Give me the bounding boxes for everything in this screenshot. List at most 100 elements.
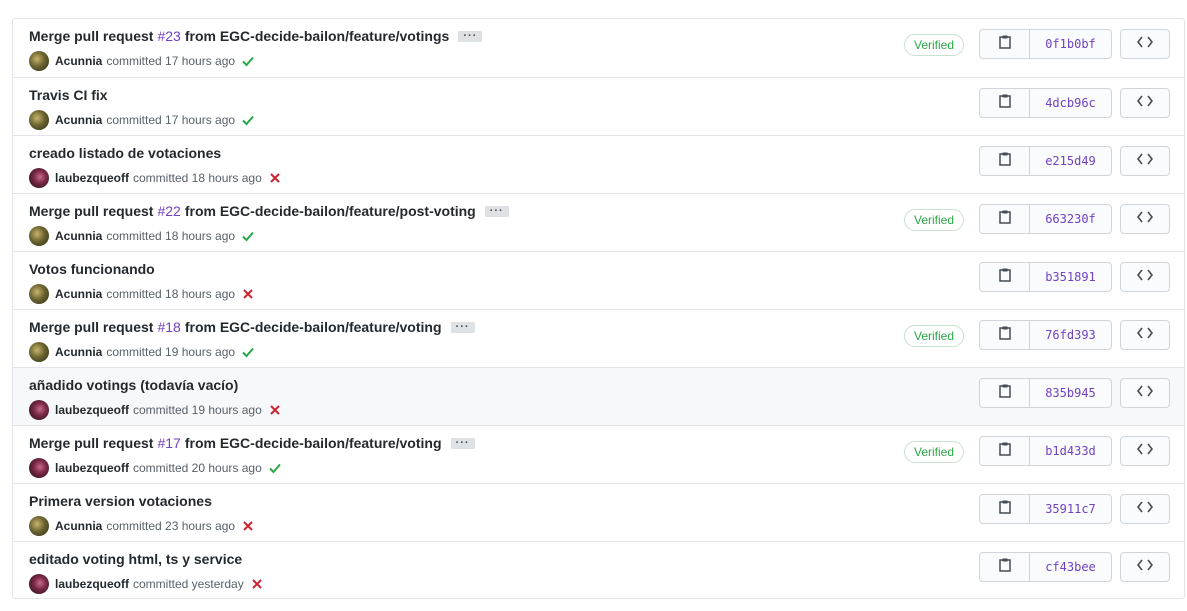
pull-request-link[interactable]: #23: [157, 28, 180, 44]
pull-request-link[interactable]: #18: [157, 319, 180, 335]
clipboard-icon: [998, 326, 1011, 345]
author-link[interactable]: Acunnia: [55, 345, 102, 359]
browse-repository-button[interactable]: [1120, 552, 1170, 582]
commit-meta: laubezqueoff committed 19 hours ago: [29, 400, 282, 420]
author-link[interactable]: laubezqueoff: [55, 171, 129, 185]
avatar[interactable]: [29, 516, 49, 536]
check-icon[interactable]: [241, 345, 255, 359]
commit-title[interactable]: Merge pull request #22 from EGC-decide-bai…: [29, 203, 509, 219]
avatar[interactable]: [29, 226, 49, 246]
commit-message-suffix[interactable]: from EGC-decide-bailon/feature/post-voti…: [185, 203, 476, 219]
commit-sha-link[interactable]: 663230f: [1030, 205, 1111, 233]
avatar[interactable]: [29, 168, 49, 188]
commit-message[interactable]: Votos funcionando: [29, 261, 155, 277]
commit-title[interactable]: Travis CI fix: [29, 87, 108, 103]
commit-sha-link[interactable]: b351891: [1030, 263, 1111, 291]
commit-message[interactable]: Primera version votaciones: [29, 493, 212, 509]
check-icon[interactable]: [241, 113, 255, 127]
commit-title[interactable]: Primera version votaciones: [29, 493, 212, 509]
expand-message-button[interactable]: ···: [484, 205, 509, 217]
commit-message[interactable]: Merge pull request: [29, 28, 153, 44]
author-link[interactable]: Acunnia: [55, 54, 102, 68]
commit-title[interactable]: creado listado de votaciones: [29, 145, 221, 161]
author-link[interactable]: Acunnia: [55, 287, 102, 301]
commit-sha-link[interactable]: 0f1b0bf: [1030, 30, 1111, 58]
commit-sha-link[interactable]: 835b945: [1030, 379, 1111, 407]
copy-sha-button[interactable]: [980, 379, 1030, 407]
pull-request-link[interactable]: #22: [157, 203, 180, 219]
browse-repository-button[interactable]: [1120, 494, 1170, 524]
author-link[interactable]: Acunnia: [55, 229, 102, 243]
avatar[interactable]: [29, 342, 49, 362]
x-icon[interactable]: [268, 171, 282, 185]
verified-badge[interactable]: Verified: [904, 34, 965, 56]
commit-meta: laubezqueoff committed 18 hours ago: [29, 168, 282, 188]
check-icon[interactable]: [241, 229, 255, 243]
browse-repository-button[interactable]: [1120, 88, 1170, 118]
x-icon[interactable]: [241, 519, 255, 533]
commit-message-suffix[interactable]: from EGC-decide-bailon/feature/voting: [185, 319, 442, 335]
verified-badge[interactable]: Verified: [904, 209, 965, 231]
author-link[interactable]: laubezqueoff: [55, 403, 129, 417]
copy-sha-button[interactable]: [980, 437, 1030, 465]
avatar[interactable]: [29, 400, 49, 420]
copy-sha-button[interactable]: [980, 321, 1030, 349]
commit-sha-link[interactable]: e215d49: [1030, 147, 1111, 175]
avatar[interactable]: [29, 110, 49, 130]
commit-title[interactable]: añadido votings (todavía vacío): [29, 377, 238, 393]
commit-title[interactable]: Merge pull request #23 from EGC-decide-bai…: [29, 28, 483, 44]
commit-message[interactable]: Merge pull request: [29, 203, 153, 219]
commit-message[interactable]: editado voting html, ts y service: [29, 551, 242, 567]
commit-title[interactable]: Merge pull request #18 from EGC-decide-bai…: [29, 319, 475, 335]
author-link[interactable]: Acunnia: [55, 519, 102, 533]
copy-sha-button[interactable]: [980, 147, 1030, 175]
browse-repository-button[interactable]: [1120, 320, 1170, 350]
commit-message[interactable]: creado listado de votaciones: [29, 145, 221, 161]
x-icon[interactable]: [250, 577, 264, 591]
browse-repository-button[interactable]: [1120, 378, 1170, 408]
commit-message[interactable]: Travis CI fix: [29, 87, 108, 103]
x-icon[interactable]: [268, 403, 282, 417]
check-icon[interactable]: [268, 461, 282, 475]
verified-badge[interactable]: Verified: [904, 325, 965, 347]
browse-repository-button[interactable]: [1120, 29, 1170, 59]
expand-message-button[interactable]: ···: [458, 30, 483, 42]
commit-title[interactable]: Votos funcionando: [29, 261, 155, 277]
avatar[interactable]: [29, 574, 49, 594]
verified-badge[interactable]: Verified: [904, 441, 965, 463]
pull-request-link[interactable]: #17: [157, 435, 180, 451]
avatar[interactable]: [29, 51, 49, 71]
avatar[interactable]: [29, 458, 49, 478]
expand-message-button[interactable]: ···: [450, 321, 475, 333]
copy-sha-button[interactable]: [980, 495, 1030, 523]
copy-sha-button[interactable]: [980, 263, 1030, 291]
commit-sha-link[interactable]: cf43bee: [1030, 553, 1111, 581]
copy-sha-button[interactable]: [980, 89, 1030, 117]
author-link[interactable]: laubezqueoff: [55, 461, 129, 475]
copy-sha-button[interactable]: [980, 205, 1030, 233]
commit-message[interactable]: Merge pull request: [29, 435, 153, 451]
x-icon[interactable]: [241, 287, 255, 301]
commit-sha-link[interactable]: 4dcb96c: [1030, 89, 1111, 117]
author-link[interactable]: laubezqueoff: [55, 577, 129, 591]
avatar[interactable]: [29, 284, 49, 304]
browse-repository-button[interactable]: [1120, 262, 1170, 292]
browse-repository-button[interactable]: [1120, 146, 1170, 176]
commit-message-suffix[interactable]: from EGC-decide-bailon/feature/voting: [185, 435, 442, 451]
commit-title[interactable]: Merge pull request #17 from EGC-decide-bai…: [29, 435, 475, 451]
commit-message[interactable]: añadido votings (todavía vacío): [29, 377, 238, 393]
commit-message[interactable]: Merge pull request: [29, 319, 153, 335]
commit-sha-link[interactable]: b1d433d: [1030, 437, 1111, 465]
commit-row: Merge pull request #22 from EGC-decide-bai…: [13, 193, 1184, 251]
author-link[interactable]: Acunnia: [55, 113, 102, 127]
commit-title[interactable]: editado voting html, ts y service: [29, 551, 242, 567]
expand-message-button[interactable]: ···: [450, 437, 475, 449]
commit-sha-link[interactable]: 76fd393: [1030, 321, 1111, 349]
copy-sha-button[interactable]: [980, 553, 1030, 581]
commit-sha-link[interactable]: 35911c7: [1030, 495, 1111, 523]
check-icon[interactable]: [241, 54, 255, 68]
browse-repository-button[interactable]: [1120, 204, 1170, 234]
browse-repository-button[interactable]: [1120, 436, 1170, 466]
copy-sha-button[interactable]: [980, 30, 1030, 58]
commit-message-suffix[interactable]: from EGC-decide-bailon/feature/votings: [185, 28, 449, 44]
